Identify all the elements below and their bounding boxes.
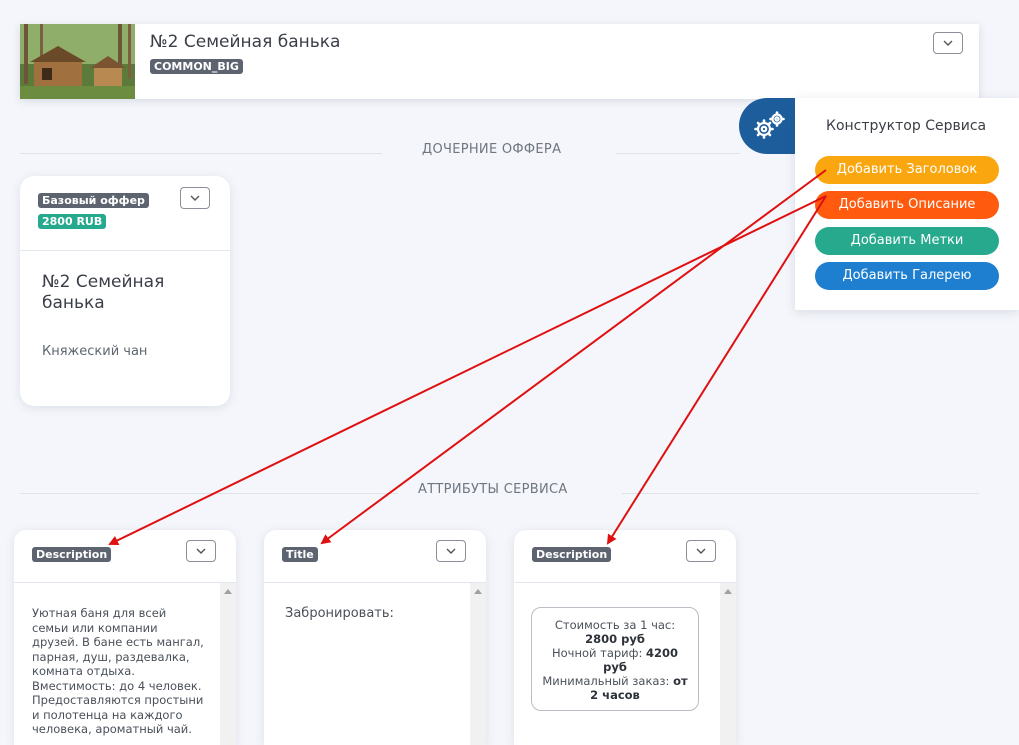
constructor-title: Конструктор Сервиса [826,118,987,134]
offer-price-badge: 2800 RUB [38,210,107,229]
chevron-down-icon [943,40,953,46]
add-description-button[interactable]: Добавить Описание [815,191,999,219]
constructor-panel: Конструктор Сервиса Добавить Заголовок Д… [795,98,1019,310]
divider [264,582,486,583]
chevron-down-icon [696,548,706,554]
service-header-card: №2 Семейная банька COMMON_BIG [20,24,979,99]
attribute-text[interactable]: Забронировать: [285,606,457,622]
scroll-up-arrow-icon[interactable] [474,589,482,594]
scrollbar[interactable] [220,583,236,745]
attribute-menu-button[interactable] [686,540,716,562]
divider [20,153,382,154]
price-label: Стоимость за 1 час: [554,618,676,632]
attribute-card-description-pricing[interactable]: Description Стоимость за 1 час: 2800 руб… [514,530,736,745]
offer-menu-button[interactable] [180,187,210,209]
attribute-text[interactable]: Уютная баня для всей семьи или компании … [32,606,204,737]
add-tags-button[interactable]: Добавить Метки [815,227,999,255]
chevron-down-icon [190,195,200,201]
price-line: Ночной тариф: 4200 руб [540,646,690,674]
price-label: Минимальный заказ: [542,674,674,688]
offer-card[interactable]: Базовый оффер 2800 RUB №2 Семейная баньк… [20,176,230,406]
attribute-type-badge: Description [532,543,612,562]
arrow-title-to-title-card [320,169,827,545]
service-title: №2 Семейная банька [150,32,341,52]
attribute-type-badge-label: Description [32,547,112,562]
scrollbar[interactable] [470,583,486,745]
attribute-type-badge: Description [32,543,112,562]
service-photo [20,24,135,99]
attribute-menu-button[interactable] [186,540,216,562]
divider [514,582,736,583]
price-label: Ночной тариф: [551,646,647,660]
divider [616,153,740,154]
add-gallery-button[interactable]: Добавить Галерею [815,262,999,290]
divider [14,582,236,583]
offer-title: №2 Семейная банька [42,272,165,313]
attribute-card-description[interactable]: Description Уютная баня для всей семьи и… [14,530,236,745]
offer-price-badge-label: 2800 RUB [38,214,107,229]
chevron-down-icon [196,548,206,554]
price-line: Стоимость за 1 час: 2800 руб [540,618,690,646]
offer-type-badge: Базовый оффер [38,189,149,208]
divider [20,250,230,251]
scroll-up-arrow-icon[interactable] [224,589,232,594]
gears-icon [754,111,785,139]
service-menu-button[interactable] [933,32,963,54]
offer-type-badge-label: Базовый оффер [38,193,149,208]
attribute-card-title[interactable]: Title Забронировать: [264,530,486,745]
pricing-box[interactable]: Стоимость за 1 час: 2800 руб Ночной тари… [531,607,699,711]
scrollbar[interactable] [720,583,736,745]
attribute-menu-button[interactable] [436,540,466,562]
section-title-child-offers: ДОЧЕРНИЕ ОФФЕРА [422,142,562,157]
divider [20,493,398,494]
section-title-service-attributes: АТТРИБУТЫ СЕРВИСА [418,482,568,497]
attribute-type-badge-label: Title [282,547,318,562]
divider [622,493,979,494]
price-line: Минимальный заказ: от 2 часов [540,674,690,702]
attribute-type-badge: Title [282,543,318,562]
chevron-down-icon [446,548,456,554]
service-type-badge-label: COMMON_BIG [150,59,243,74]
scroll-up-arrow-icon[interactable] [724,589,732,594]
attribute-type-badge-label: Description [532,547,612,562]
price-value: 2800 руб [585,632,645,646]
offer-subtitle: Княжеский чан [42,344,148,359]
arrow-description-to-card-3 [606,195,827,545]
service-type-badge: COMMON_BIG [150,55,243,74]
add-title-button[interactable]: Добавить Заголовок [815,156,999,184]
